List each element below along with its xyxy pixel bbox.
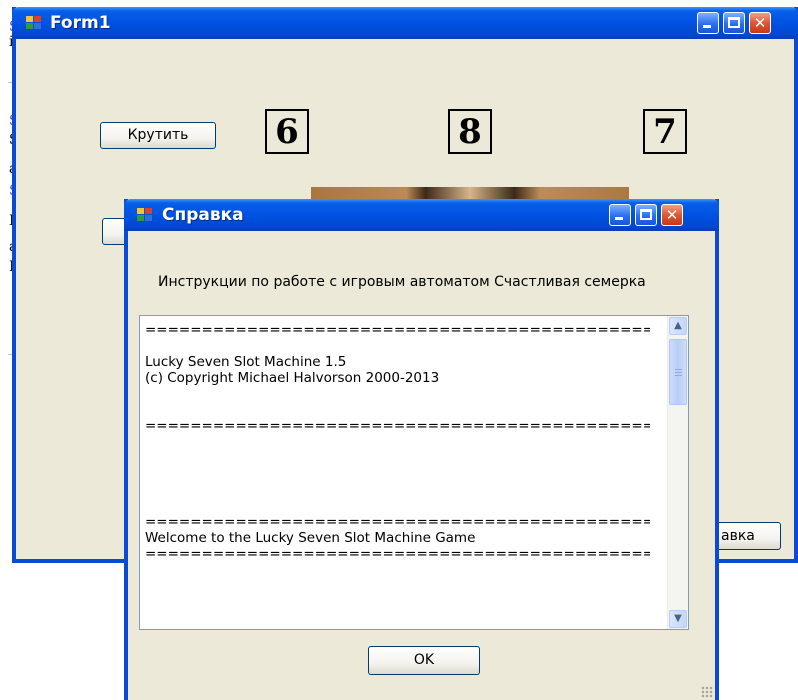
help-text-line: (c) Copyright Michael Halvorson 2000-201… xyxy=(145,370,440,386)
scroll-down-button[interactable]: ▼ xyxy=(669,610,687,628)
close-icon: ✕ xyxy=(753,14,767,32)
app-icon xyxy=(26,16,42,30)
help-text-line: Welcome to the Lucky Seven Slot Machine … xyxy=(145,530,476,546)
help-text-line xyxy=(145,450,650,466)
help-text-line xyxy=(145,498,650,514)
minimize-icon xyxy=(703,25,711,28)
resize-grip[interactable] xyxy=(701,686,713,698)
help-text-line xyxy=(145,434,650,450)
help-text-line xyxy=(145,466,650,482)
help-text-line: Lucky Seven Slot Machine 1.5 xyxy=(145,354,347,370)
close-icon: ✕ xyxy=(665,206,679,224)
app-icon xyxy=(137,208,153,222)
spin-button[interactable]: Крутить xyxy=(100,122,216,149)
help-text-line xyxy=(145,482,650,498)
help-text-line: ========================================… xyxy=(145,418,650,434)
help-text-content: ========================================… xyxy=(145,322,650,562)
help-dialog-titlebar[interactable]: Справка ✕ xyxy=(124,199,719,231)
reel-3: 7 xyxy=(643,109,687,154)
maximize-button[interactable] xyxy=(723,12,745,34)
reel-1: 6 xyxy=(265,109,309,154)
help-text-line: ========================================… xyxy=(145,322,650,338)
reel-2: 8 xyxy=(448,109,492,154)
minimize-icon xyxy=(615,217,623,220)
help-dialog-title: Справка xyxy=(162,205,244,225)
ok-button[interactable]: OK xyxy=(368,646,480,675)
scroll-up-button[interactable]: ▲ xyxy=(669,317,687,335)
help-text-line xyxy=(145,386,650,402)
help-text-line: ========================================… xyxy=(145,546,650,562)
vertical-scrollbar[interactable]: ▲ ▼ xyxy=(667,316,688,629)
help-text-area[interactable]: ========================================… xyxy=(139,315,689,630)
help-text-line xyxy=(145,338,650,354)
close-button[interactable]: ✕ xyxy=(661,204,683,226)
scroll-thumb[interactable] xyxy=(669,339,687,405)
help-text-line: ========================================… xyxy=(145,514,650,530)
chevron-down-icon: ▼ xyxy=(674,613,682,624)
chevron-up-icon: ▲ xyxy=(674,320,682,331)
help-text-line xyxy=(145,402,650,418)
maximize-button[interactable] xyxy=(635,204,657,226)
help-dialog: Справка ✕ Инструкции по работе с игровым… xyxy=(124,199,719,700)
instruction-label: Инструкции по работе с игровым автоматом… xyxy=(158,274,646,290)
maximize-icon xyxy=(640,209,652,220)
form1-titlebar[interactable]: Form1 ✕ xyxy=(12,7,798,39)
minimize-button[interactable] xyxy=(609,204,631,226)
close-button[interactable]: ✕ xyxy=(749,12,771,34)
maximize-icon xyxy=(728,17,740,28)
minimize-button[interactable] xyxy=(697,12,719,34)
form1-title: Form1 xyxy=(50,13,111,33)
